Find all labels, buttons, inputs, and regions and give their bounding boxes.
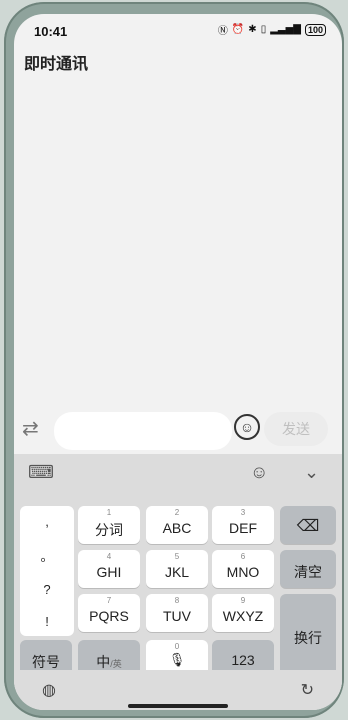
vibrate-icon: ▯ <box>260 24 267 35</box>
key-7[interactable]: 7 PQRS <box>78 594 140 632</box>
key-2[interactable]: 2 ABC <box>146 506 208 544</box>
keyboard-settings-icon[interactable]: ⌨ <box>28 462 54 483</box>
key-8[interactable]: 8 TUV <box>146 594 208 632</box>
home-indicator[interactable] <box>128 704 228 708</box>
battery-icon: 100 <box>304 23 326 36</box>
chevron-down-icon[interactable]: ⌄ <box>304 462 319 483</box>
enter-key[interactable]: 换行 <box>280 594 336 676</box>
backspace-icon: ⌫ <box>296 518 320 535</box>
key-5[interactable]: 5 JKL <box>146 550 208 588</box>
key-3[interactable]: 3 DEF <box>212 506 274 544</box>
punct-period[interactable]: 。 <box>20 546 74 565</box>
emoji-panel-icon[interactable]: ☺ <box>250 462 268 483</box>
punct-question[interactable]: ? <box>20 582 74 597</box>
punctuation-column[interactable]: , 。 ? ! <box>20 506 74 636</box>
app-title: 即时通讯 <box>24 56 89 73</box>
phone-frame: 10:41 Ⓝ ⏰ ✱ ▯ ▂▃▅▇ 100 即时通讯 ⇄ ☺ 发送 ⌨ ☺ ⌄ <box>4 2 344 718</box>
chat-area[interactable] <box>14 80 342 410</box>
key-4[interactable]: 4 GHI <box>78 550 140 588</box>
screen: 10:41 Ⓝ ⏰ ✱ ▯ ▂▃▅▇ 100 即时通讯 ⇄ ☺ 发送 ⌨ ☺ ⌄ <box>14 14 342 710</box>
switch-arrows-icon[interactable]: ⇄ <box>22 416 39 441</box>
signal-icon: ▂▃▅▇ <box>270 24 301 35</box>
key-9[interactable]: 9 WXYZ <box>212 594 274 632</box>
message-input[interactable] <box>54 412 232 450</box>
key-6[interactable]: 6 MNO <box>212 550 274 588</box>
bluetooth-icon: ✱ <box>248 24 257 35</box>
clear-key[interactable]: 清空 <box>280 550 336 588</box>
status-icons: Ⓝ ⏰ ✱ ▯ ▂▃▅▇ 100 <box>218 22 326 37</box>
microphone-icon: 🎙 <box>168 652 186 667</box>
status-bar: 10:41 Ⓝ ⏰ ✱ ▯ ▂▃▅▇ 100 <box>14 14 342 46</box>
emoji-icon[interactable]: ☺ <box>234 414 260 440</box>
punct-comma[interactable]: , <box>20 514 74 529</box>
keyboard-toolbar: ⌨ ☺ ⌄ <box>14 454 342 490</box>
input-row: ⇄ ☺ 发送 <box>14 408 342 454</box>
alarm-icon: ⏰ <box>231 24 245 35</box>
backspace-key[interactable]: ⌫ <box>280 506 336 544</box>
status-time: 10:41 <box>34 24 68 39</box>
globe-icon[interactable]: ◍ <box>42 680 56 700</box>
nfc-icon: Ⓝ <box>217 26 228 37</box>
rotate-icon[interactable]: ↻ <box>301 680 314 700</box>
punct-exclaim[interactable]: ! <box>20 614 74 629</box>
key-1[interactable]: 1 分词 <box>78 506 140 544</box>
send-button[interactable]: 发送 <box>264 412 328 446</box>
